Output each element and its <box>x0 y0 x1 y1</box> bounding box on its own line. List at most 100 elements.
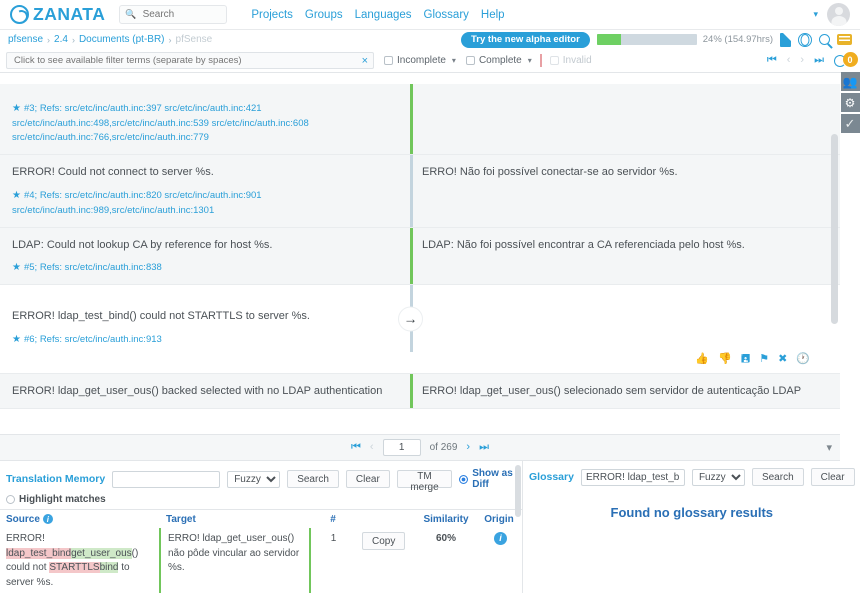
tm-panel-scrollbar[interactable] <box>515 465 521 517</box>
tm-results-table: Sourcei Target # Similarity Origin ERROR… <box>0 509 522 593</box>
chevron-down-icon[interactable]: ▾ <box>452 56 456 65</box>
try-alpha-editor-button[interactable]: Try the new alpha editor <box>461 32 590 48</box>
page-number-input[interactable] <box>383 439 421 456</box>
history-icon[interactable]: 🕐 <box>796 354 810 365</box>
global-search-input[interactable] <box>141 8 222 21</box>
radio-icon[interactable] <box>459 475 468 484</box>
row-source-cell[interactable]: ERROR! ldap_test_bind() could not STARTT… <box>0 285 410 352</box>
row-source-cell[interactable]: ★#3; Refs: src/etc/inc/auth.inc:397 src/… <box>0 84 410 154</box>
vertical-scrollbar[interactable] <box>831 134 838 324</box>
tm-search-button[interactable]: Search <box>287 470 339 488</box>
row-source-cell[interactable]: ERROR! Could not connect to server %s. ★… <box>0 155 410 226</box>
first-page-button[interactable]: ⏮ <box>767 55 777 66</box>
diff-deleted: ldap_test_bind <box>6 548 71 559</box>
tm-match-type-select[interactable]: Fuzzy <box>227 471 280 488</box>
table-row-selected[interactable]: ERROR! ldap_test_bind() could not STARTT… <box>0 285 840 352</box>
previous-page-button[interactable]: ‹ <box>787 55 791 66</box>
info-icon[interactable]: i <box>43 514 53 524</box>
right-side-toolbar: 0 👥 ⚙ ✓ <box>840 52 860 133</box>
table-row[interactable]: ERROR! ldap_get_user_ous() backed select… <box>0 373 840 409</box>
chevron-down-icon[interactable]: ▾ <box>528 56 532 65</box>
glossary-search-button[interactable]: Search <box>752 468 804 486</box>
tm-result-source: ERROR! ldap_test_bindget_user_ous() coul… <box>0 528 160 593</box>
breadcrumb-item-project[interactable]: pfsense <box>8 34 43 45</box>
search-icon[interactable] <box>819 34 830 45</box>
previous-page-button[interactable]: ‹ <box>370 442 374 453</box>
tm-toolbar: Translation Memory Fuzzy Search Clear TM… <box>0 461 522 493</box>
keyboard-shortcuts-icon[interactable] <box>837 34 852 45</box>
row-target-cell[interactable]: ERRO! Não foi possível conectar-se ao se… <box>410 155 840 226</box>
next-page-button[interactable]: › <box>800 55 804 66</box>
tm-result-copy-cell: Copy <box>356 528 416 593</box>
breadcrumb-item-documents[interactable]: Documents (pt-BR) <box>79 34 165 45</box>
globe-icon[interactable] <box>798 33 812 47</box>
star-icon: ★ <box>12 334 21 345</box>
filter-terms-input[interactable] <box>12 54 358 67</box>
global-search-box[interactable]: 🔍 <box>119 5 227 24</box>
filter-complete[interactable]: Complete ▾ <box>466 55 532 66</box>
tm-merge-button[interactable]: TM merge <box>397 470 452 488</box>
go-to-row-button[interactable]: → <box>398 306 423 331</box>
zanata-logo[interactable]: ZANATA <box>10 4 105 25</box>
row-references[interactable]: ★#6; Refs: src/etc/inc/auth.inc:913 <box>12 332 398 348</box>
nav-link-languages[interactable]: Languages <box>355 9 412 21</box>
info-icon[interactable]: i <box>494 532 507 545</box>
row-target-cell[interactable] <box>410 84 840 154</box>
save-icon[interactable]: 🖪 <box>741 354 750 365</box>
checkbox-icon[interactable] <box>384 56 393 65</box>
avatar[interactable] <box>827 3 850 26</box>
document-icon[interactable] <box>780 33 791 47</box>
approve-icon[interactable]: 👍 <box>695 354 709 365</box>
breadcrumb-item-version[interactable]: 2.4 <box>54 34 68 45</box>
checkbox-icon[interactable] <box>466 56 475 65</box>
filter-terms-field[interactable]: × <box>6 52 374 69</box>
nav-link-glossary[interactable]: Glossary <box>424 9 469 21</box>
row-source-cell[interactable]: LDAP: Could not lookup CA by reference f… <box>0 228 410 285</box>
participants-button[interactable]: 👥 <box>841 72 860 91</box>
tm-result-row[interactable]: ERROR! ldap_test_bindget_user_ous() coul… <box>0 528 522 593</box>
glossary-search-input[interactable] <box>581 469 685 486</box>
chevron-down-icon[interactable]: ▾ <box>813 9 818 20</box>
row-target-cell[interactable]: ERRO! ldap_get_user_ous() selecionado se… <box>410 374 840 408</box>
reject-icon[interactable]: 👎 <box>718 354 732 365</box>
row-references[interactable]: ★#5; Refs: src/etc/inc/auth.inc:838 <box>12 260 398 276</box>
settings-button[interactable]: ⚙ <box>841 93 860 112</box>
row-source-text: ERROR! ldap_test_bind() could not STARTT… <box>12 295 398 325</box>
tm-highlight-matches-toggle[interactable]: Highlight matches <box>6 494 516 505</box>
radio-icon[interactable] <box>6 495 15 504</box>
row-references[interactable]: ★#4; Refs: src/etc/inc/auth.inc:820 src/… <box>12 188 398 218</box>
notification-badge[interactable]: 0 <box>843 52 858 67</box>
flag-icon[interactable]: ⚑ <box>759 354 769 365</box>
next-page-button[interactable]: › <box>466 442 470 453</box>
validation-button[interactable]: ✓ <box>841 114 860 133</box>
progress-label: 24% (154.97hrs) <box>703 34 773 45</box>
filter-toolbar: × Incomplete ▾ Complete ▾ Invalid ⏮ ‹ › … <box>0 49 860 73</box>
nav-link-projects[interactable]: Projects <box>251 9 293 21</box>
nav-link-groups[interactable]: Groups <box>305 9 343 21</box>
diff-deleted: STARTTLS <box>49 562 99 573</box>
row-references[interactable]: ★#3; Refs: src/etc/inc/auth.inc:397 src/… <box>12 101 398 146</box>
nav-link-help[interactable]: Help <box>481 9 505 21</box>
row-target-cell[interactable]: LDAP: Não foi possível encontrar a CA re… <box>410 228 840 285</box>
table-row[interactable]: LDAP: Could not lookup CA by reference f… <box>0 228 840 286</box>
table-row[interactable]: ★#3; Refs: src/etc/inc/auth.inc:397 src/… <box>0 84 840 155</box>
tm-search-input[interactable] <box>112 471 220 488</box>
table-row[interactable]: ERROR! Could not connect to server %s. ★… <box>0 155 840 227</box>
close-icon[interactable]: × <box>358 55 368 67</box>
glossary-clear-button[interactable]: Clear <box>811 468 855 486</box>
translation-rows-list[interactable]: ★#3; Refs: src/etc/inc/auth.inc:397 src/… <box>0 84 840 433</box>
row-source-cell[interactable]: ERROR! ldap_get_user_ous() backed select… <box>0 374 410 408</box>
glossary-match-type-select[interactable]: Fuzzy <box>692 469 745 486</box>
last-page-button[interactable]: ⏭ <box>479 442 489 453</box>
tm-show-as-diff-toggle[interactable]: Show as Diff <box>459 468 516 490</box>
last-page-button[interactable]: ⏭ <box>814 55 824 66</box>
first-page-button[interactable]: ⏮ <box>351 442 361 453</box>
tm-copy-button[interactable]: Copy <box>362 532 405 550</box>
tm-highlight-row: Highlight matches <box>0 493 522 509</box>
cancel-icon[interactable]: ✖ <box>778 354 787 365</box>
tm-clear-button[interactable]: Clear <box>346 470 390 488</box>
row-target-editor[interactable] <box>410 285 840 352</box>
row-action-toolbar: 👍 👎 🖪 ⚑ ✖ 🕐 <box>0 352 840 373</box>
chevron-down-icon[interactable]: ▾ <box>826 441 832 454</box>
filter-incomplete[interactable]: Incomplete ▾ <box>384 55 456 66</box>
